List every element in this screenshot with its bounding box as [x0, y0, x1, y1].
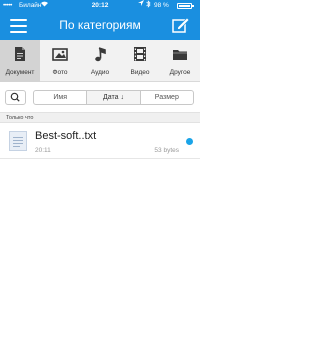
page-title: По категориям	[59, 18, 141, 32]
category-toolbar: Документ Фото Аудио Видео Другое	[0, 40, 200, 82]
new-indicator-dot	[186, 138, 193, 145]
battery-percent: 98 %	[154, 2, 169, 9]
category-label: Аудио	[90, 69, 110, 76]
status-time: 20:12	[91, 2, 109, 9]
folder-icon	[173, 50, 187, 60]
battery-icon	[177, 3, 194, 9]
text-file-icon	[9, 131, 27, 151]
file-size: 53 bytes	[154, 147, 179, 154]
photo-icon	[52, 48, 68, 61]
location-icon	[138, 0, 144, 12]
app-screen: ••••• Билайн 20:12 98 % По категориям До…	[0, 0, 200, 355]
category-tab-document[interactable]: Документ	[0, 40, 40, 82]
category-tab-audio[interactable]: Аудио	[80, 40, 120, 82]
document-icon	[15, 47, 25, 61]
section-title: Только что	[6, 115, 34, 121]
category-label: Другое	[169, 69, 191, 76]
bluetooth-icon	[146, 0, 151, 13]
search-icon	[10, 92, 20, 102]
compose-icon	[172, 17, 190, 33]
search-button[interactable]	[5, 90, 26, 105]
category-tab-video[interactable]: Видео	[120, 40, 160, 82]
sort-segmented-control: Имя Дата ↓ Размер	[33, 90, 194, 105]
section-header: Только что	[0, 112, 200, 123]
file-row[interactable]: Best-soft..txt 20:11 53 bytes	[0, 124, 200, 159]
category-tab-other[interactable]: Другое	[160, 40, 200, 82]
compose-button[interactable]	[172, 17, 190, 34]
header-bar: ••••• Билайн 20:12 98 % По категориям	[0, 0, 200, 40]
sort-by-name[interactable]: Имя	[34, 91, 88, 104]
music-note-icon	[95, 47, 106, 62]
category-label: Видео	[130, 69, 150, 76]
sort-bar: Имя Дата ↓ Размер	[0, 83, 200, 112]
category-label: Фото	[52, 69, 68, 76]
category-label: Документ	[5, 69, 35, 76]
film-icon	[134, 47, 146, 61]
sort-by-size[interactable]: Размер	[141, 91, 193, 104]
file-time: 20:11	[35, 147, 51, 154]
file-name: Best-soft..txt	[35, 130, 97, 142]
status-bar: ••••• Билайн 20:12 98 %	[0, 0, 200, 12]
category-tab-photo[interactable]: Фото	[40, 40, 80, 82]
sort-by-date[interactable]: Дата ↓	[87, 91, 141, 104]
